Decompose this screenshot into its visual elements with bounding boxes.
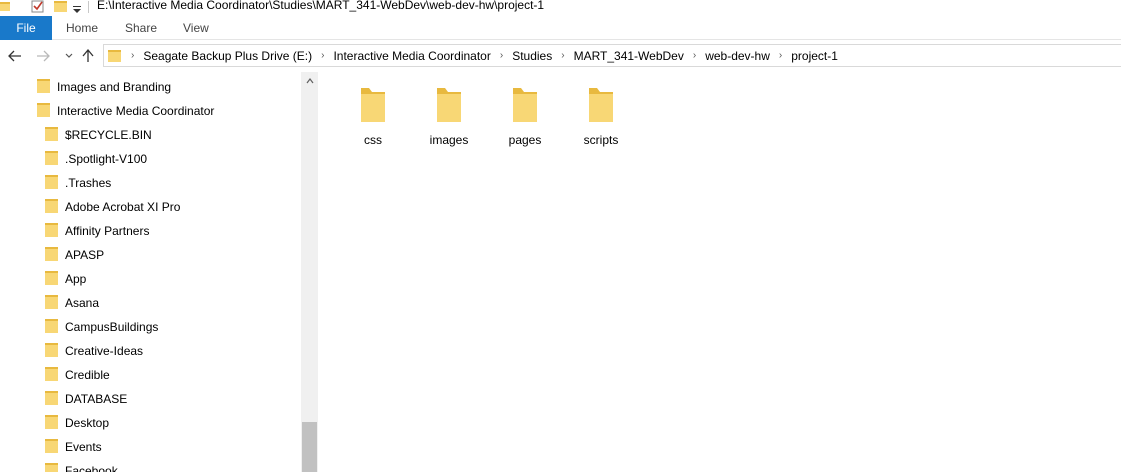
breadcrumb-separator-icon[interactable]: ›	[500, 50, 503, 61]
breadcrumb-separator-icon[interactable]: ›	[693, 50, 696, 61]
sidebar-item-label: Adobe Acrobat XI Pro	[65, 200, 181, 214]
folder-name: images	[429, 133, 469, 147]
sidebar-item-label: Events	[65, 440, 102, 454]
sidebar-item[interactable]: .Trashes	[45, 171, 111, 195]
file-list: css images pages scripts	[318, 72, 1121, 472]
sidebar-item[interactable]: DATABASE	[45, 387, 127, 411]
folder-icon	[108, 49, 122, 63]
folder-icon	[587, 86, 615, 127]
folder-icon	[45, 438, 59, 457]
sidebar-item-label: $RECYCLE.BIN	[65, 128, 152, 142]
tab-file[interactable]: File	[0, 16, 52, 40]
sidebar-item-label: Desktop	[65, 416, 110, 430]
breadcrumb-item-imc[interactable]: Interactive Media Coordinator	[333, 49, 490, 63]
back-arrow-icon[interactable]	[7, 48, 23, 64]
folder-icon	[45, 318, 59, 337]
quick-access-separator	[88, 1, 89, 13]
folder-icon	[45, 222, 59, 241]
sidebar-item[interactable]: Desktop	[45, 411, 109, 435]
sidebar-item-label: Asana	[65, 296, 100, 310]
sidebar-item[interactable]: Adobe Acrobat XI Pro	[45, 195, 180, 219]
folder-name: pages	[508, 133, 542, 147]
tab-home[interactable]: Home	[66, 16, 98, 40]
chevron-down-icon[interactable]	[61, 48, 77, 64]
folder-item-scripts[interactable]: scripts	[563, 86, 639, 150]
folder-icon	[45, 366, 59, 385]
tab-view[interactable]: View	[183, 16, 209, 40]
folder-icon	[45, 246, 59, 265]
breadcrumb-separator-icon[interactable]: ›	[131, 50, 134, 61]
folder-item-images[interactable]: images	[411, 86, 487, 150]
folder-icon	[45, 126, 59, 145]
sidebar-item[interactable]: Creative-Ideas	[45, 339, 143, 363]
folder-icon	[511, 86, 539, 127]
sidebar-item[interactable]: Events	[45, 435, 102, 459]
folder-icon	[435, 86, 463, 127]
sidebar-scrollbar[interactable]	[301, 72, 318, 472]
folder-name: css	[364, 133, 382, 147]
window-title: E:\Interactive Media Coordinator\Studies…	[97, 0, 545, 12]
folder-item-css[interactable]: css	[335, 86, 411, 150]
breadcrumb-separator-icon[interactable]: ›	[561, 50, 564, 61]
sidebar-item-label: CampusBuildings	[65, 320, 159, 334]
scrollbar-thumb[interactable]	[302, 422, 317, 472]
folder-icon	[45, 390, 59, 409]
breadcrumb-item-mart341[interactable]: MART_341-WebDev	[574, 49, 684, 63]
sidebar-item[interactable]: CampusBuildings	[45, 315, 158, 339]
chevron-up-icon[interactable]	[301, 72, 318, 89]
breadcrumb-item-web-dev-hw[interactable]: web-dev-hw	[705, 49, 770, 63]
folder-icon	[37, 102, 51, 121]
sidebar-item[interactable]: Asana	[45, 291, 99, 315]
sidebar-item[interactable]: Affinity Partners	[45, 219, 149, 243]
sidebar-item-label: Interactive Media Coordinator	[57, 104, 215, 118]
address-row: › Seagate Backup Plus Drive (E:) › Inter…	[0, 40, 1121, 72]
folder-icon	[45, 294, 59, 313]
breadcrumb-separator-icon[interactable]: ›	[779, 50, 782, 61]
folder-name: scripts	[583, 133, 619, 147]
folder-icon[interactable]	[0, 0, 12, 17]
ribbon-tabs: File Home Share View	[0, 16, 1121, 40]
sidebar-item-label: Credible	[65, 368, 110, 382]
folder-icon[interactable]	[54, 0, 68, 17]
sidebar-item-label: DATABASE	[65, 392, 128, 406]
folder-icon	[45, 342, 59, 361]
folder-icon	[45, 414, 59, 433]
title-bar: E:\Interactive Media Coordinator\Studies…	[0, 0, 1121, 16]
sidebar-item-label: .Trashes	[65, 176, 112, 190]
address-bar[interactable]: › Seagate Backup Plus Drive (E:) › Inter…	[103, 44, 1121, 67]
folder-icon	[37, 78, 51, 97]
sidebar-item-label: APASP	[65, 248, 105, 262]
sidebar-item-label: Images and Branding	[57, 80, 172, 94]
breadcrumb-separator-icon[interactable]: ›	[321, 50, 324, 61]
sidebar-item-label: Affinity Partners	[65, 224, 150, 238]
sidebar-item[interactable]: App	[45, 267, 86, 291]
folder-icon	[45, 270, 59, 289]
breadcrumb-item-studies[interactable]: Studies	[512, 49, 552, 63]
sidebar-item-label: App	[65, 272, 87, 286]
breadcrumb-item-drive[interactable]: Seagate Backup Plus Drive (E:)	[143, 49, 312, 63]
sidebar-item-label: .Spotlight-V100	[65, 152, 148, 166]
navigation-pane: Images and Branding Interactive Media Co…	[0, 72, 318, 472]
sidebar-item[interactable]: APASP	[45, 243, 104, 267]
folder-icon	[45, 150, 59, 169]
sidebar-item[interactable]: Images and Branding	[37, 75, 171, 99]
breadcrumb-item-project-1[interactable]: project-1	[791, 49, 838, 63]
forward-arrow-icon[interactable]	[35, 48, 51, 64]
folder-icon	[359, 86, 387, 127]
sidebar-item[interactable]: Facebook	[45, 459, 118, 472]
sidebar-item[interactable]: Interactive Media Coordinator	[37, 99, 214, 123]
up-arrow-icon[interactable]	[80, 48, 96, 64]
folder-icon	[45, 174, 59, 193]
sidebar-item-label: Creative-Ideas	[65, 344, 144, 358]
folder-item-pages[interactable]: pages	[487, 86, 563, 150]
dropdown-arrow-icon[interactable]	[73, 3, 81, 17]
sidebar-item[interactable]: Credible	[45, 363, 110, 387]
sidebar-item[interactable]: $RECYCLE.BIN	[45, 123, 152, 147]
sidebar-item[interactable]: .Spotlight-V100	[45, 147, 147, 171]
checkmark-icon[interactable]	[31, 0, 45, 17]
tab-share[interactable]: Share	[125, 16, 157, 40]
folder-icon	[45, 198, 59, 217]
folder-icon	[45, 462, 59, 472]
sidebar-item-label: Facebook	[65, 464, 118, 472]
